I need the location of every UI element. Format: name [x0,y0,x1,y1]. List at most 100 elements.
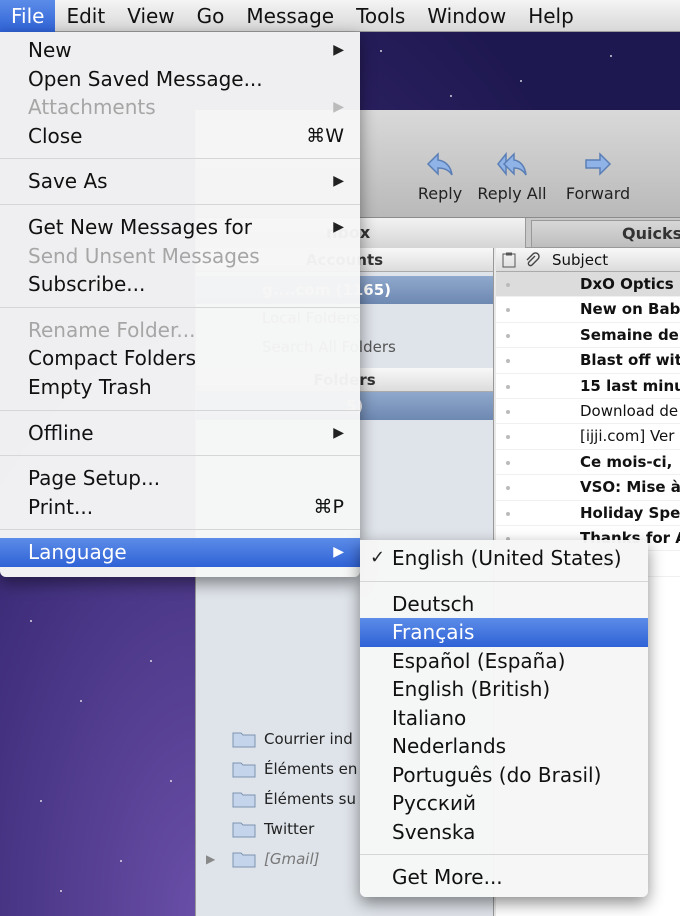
message-row[interactable]: Ce mois-ci, [496,450,680,476]
read-status-icon[interactable] [506,435,510,440]
message-rows: DxO Optics New on Babe Semaine de Blast off… [496,272,680,577]
read-status-icon[interactable] [506,308,510,313]
folder-icon [232,822,256,838]
message-subject: DxO Optics [580,275,674,293]
language-item[interactable]: Español (España) [360,647,648,676]
folder-label: Éléments su [264,790,357,808]
language-item-current[interactable]: ✓ English (United States) [360,544,648,573]
message-row[interactable]: 15 last minu [496,374,680,399]
language-item[interactable]: English (British) [360,675,648,704]
menu-item-open-saved-message[interactable]: Open Saved Message... [0,65,360,94]
read-status-icon[interactable] [506,409,510,414]
star [380,50,382,52]
read-status-icon[interactable] [506,283,510,287]
folder-icon [232,792,256,808]
menu-help[interactable]: Help [517,0,585,32]
menu-message[interactable]: Message [235,0,345,32]
message-row[interactable]: DxO Optics [496,272,680,298]
menu-item-label: Rename Folder... [28,317,196,342]
language-get-more[interactable]: Get More... [360,863,648,892]
message-row[interactable]: Semaine de [496,323,680,349]
menu-item-label: Empty Trash [28,374,152,399]
menu-item-label: Send Unsent Messages [28,243,260,268]
menu-window[interactable]: Window [416,0,517,32]
message-subject: New on Babe [580,300,680,319]
menu-item-label: Language [28,540,127,565]
menu-separator [0,529,360,531]
menu-item-language[interactable]: Language ▶ [0,538,360,567]
menu-item-compact-folders[interactable]: Compact Folders [0,344,360,373]
language-label: English (United States) [392,546,622,570]
tab-quick-filter[interactable]: Quicks [531,220,680,248]
language-options: Deutsch Français Español (España) English (… [360,590,648,847]
menu-separator [360,854,648,855]
menu-item-new[interactable]: New ▶ [0,36,360,65]
message-row[interactable]: [ijji.com] Ver [496,424,680,450]
message-row[interactable]: VSO: Mise à [496,475,680,501]
folder-row[interactable]: Éléments su [196,784,356,814]
reply-all-button[interactable]: Reply All [476,148,548,203]
message-subject: VSO: Mise à [580,478,680,497]
folder-row[interactable]: ▶ [Gmail] [196,844,319,874]
menu-item-empty-trash[interactable]: Empty Trash [0,373,360,402]
folder-row[interactable]: Courrier ind [196,724,353,754]
disclosure-triangle-icon[interactable]: ▶ [206,844,215,874]
message-subject: Holiday Spec [580,503,680,522]
language-item[interactable]: Svenska [360,818,648,847]
language-item[interactable]: Deutsch [360,590,648,619]
language-item[interactable]: Português (do Brasil) [360,761,648,790]
message-row[interactable]: New on Babe [496,297,680,323]
menu-item-offline[interactable]: Offline ▶ [0,419,360,448]
menu-item-label: Open Saved Message... [28,66,263,91]
checkmark-icon: ✓ [370,547,386,568]
language-item[interactable]: Français [360,618,648,647]
message-row[interactable]: Download de [496,399,680,425]
menu-item-subscribe[interactable]: Subscribe... [0,270,360,299]
language-submenu: ✓ English (United States) Deutsch Françai… [360,540,648,897]
menu-edit[interactable]: Edit [55,0,116,32]
menu-view[interactable]: View [116,0,185,32]
message-row[interactable]: Blast off wit [496,348,680,374]
menu-bar: File Edit View Go Message Tools Window H… [0,0,680,32]
folder-label: Twitter [264,820,315,838]
menu-item-get-new-messages[interactable]: Get New Messages for ▶ [0,213,360,242]
star [610,55,612,57]
language-item[interactable]: Italiano [360,704,648,733]
subject-column-header[interactable]: Subject [552,251,608,269]
star [80,700,82,702]
reply-all-label: Reply All [477,184,547,203]
menu-item-page-setup[interactable]: Page Setup... [0,464,360,493]
language-item[interactable]: Русский [360,789,648,818]
menu-item-print[interactable]: Print... ⌘P [0,493,360,522]
star [520,80,522,82]
read-status-icon[interactable] [506,486,510,491]
menu-item-label: Get New Messages for [28,214,252,239]
read-status-icon[interactable] [506,384,510,389]
folder-row[interactable]: Éléments en [196,754,357,784]
message-subject: [ijji.com] Ver [580,427,675,446]
read-status-icon[interactable] [506,333,510,338]
folder-row[interactable]: Twitter [196,814,314,844]
menu-tools[interactable]: Tools [345,0,416,32]
forward-button[interactable]: Forward [564,148,632,203]
submenu-arrow-icon: ▶ [333,42,344,58]
menu-file[interactable]: File [0,0,56,32]
message-row[interactable]: Holiday Spec [496,501,680,526]
reply-label: Reply [417,184,463,203]
star [450,95,452,97]
reply-icon [426,152,453,176]
menu-item-save-as[interactable]: Save As ▶ [0,167,360,196]
read-status-icon[interactable] [506,359,510,364]
star [120,860,122,862]
folder-icon [232,762,256,778]
language-item[interactable]: Nederlands [360,732,648,761]
read-status-icon[interactable] [506,511,510,516]
message-subject: 15 last minu [580,376,680,395]
submenu-arrow-icon: ▶ [333,544,344,561]
menu-go[interactable]: Go [186,0,236,32]
menu-item-label: Print... [28,494,94,519]
menu-item-label: Attachments [28,95,156,120]
read-status-icon[interactable] [506,460,510,465]
menu-item-close[interactable]: Close ⌘W [0,122,360,151]
reply-button[interactable]: Reply [412,148,468,203]
